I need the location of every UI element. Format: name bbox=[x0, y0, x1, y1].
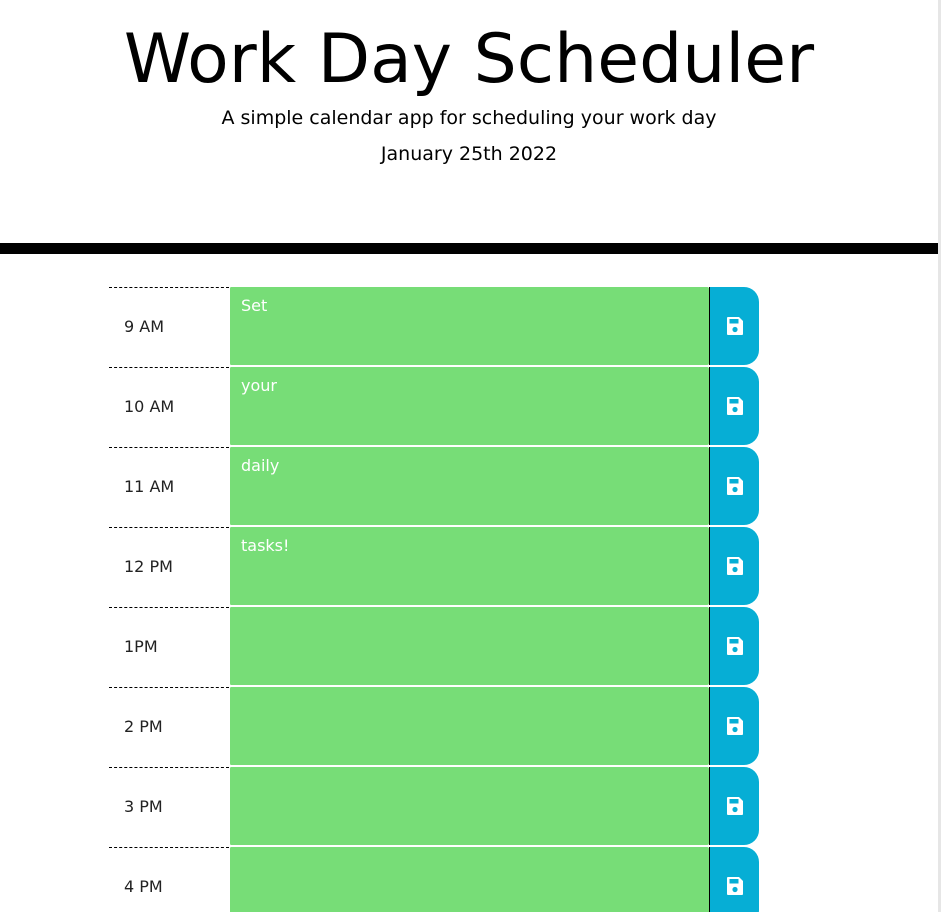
save-button[interactable] bbox=[709, 847, 759, 912]
floppy-disk-icon bbox=[726, 797, 743, 815]
hour-label: 2 PM bbox=[124, 717, 163, 736]
header-divider bbox=[0, 243, 938, 254]
task-input[interactable]: daily bbox=[229, 447, 709, 525]
page: Work Day Scheduler A simple calendar app… bbox=[0, 0, 941, 912]
hour-label: 12 PM bbox=[124, 557, 173, 576]
current-day: January 25th 2022 bbox=[380, 143, 558, 165]
time-block-list: 9 AM Set 10 AM your 11 AM daily 12 PM ta… bbox=[109, 287, 760, 912]
save-button[interactable] bbox=[709, 767, 759, 845]
task-input[interactable] bbox=[229, 607, 709, 685]
save-button[interactable] bbox=[709, 527, 759, 605]
task-input[interactable]: your bbox=[229, 367, 709, 445]
time-block: 9 AM Set bbox=[109, 287, 760, 367]
floppy-disk-icon bbox=[726, 397, 743, 415]
hour-cell: 9 AM bbox=[109, 287, 229, 366]
save-button[interactable] bbox=[709, 447, 759, 525]
time-block: 10 AM your bbox=[109, 367, 760, 447]
hour-label: 10 AM bbox=[124, 397, 175, 416]
floppy-disk-icon bbox=[726, 557, 743, 575]
hour-cell: 2 PM bbox=[109, 687, 229, 766]
save-button[interactable] bbox=[709, 607, 759, 685]
hour-label: 4 PM bbox=[124, 877, 163, 896]
save-button[interactable] bbox=[709, 687, 759, 765]
hour-cell: 11 AM bbox=[109, 447, 229, 526]
time-block: 4 PM bbox=[109, 847, 760, 912]
save-button[interactable] bbox=[709, 367, 759, 445]
task-input[interactable]: tasks! bbox=[229, 527, 709, 605]
header: Work Day Scheduler A simple calendar app… bbox=[0, 0, 938, 243]
floppy-disk-icon bbox=[726, 877, 743, 895]
floppy-disk-icon bbox=[726, 317, 743, 335]
time-block: 11 AM daily bbox=[109, 447, 760, 527]
time-block: 1PM bbox=[109, 607, 760, 687]
time-block: 3 PM bbox=[109, 767, 760, 847]
time-block: 12 PM tasks! bbox=[109, 527, 760, 607]
hour-cell: 10 AM bbox=[109, 367, 229, 446]
hour-cell: 3 PM bbox=[109, 767, 229, 846]
hour-label: 11 AM bbox=[124, 477, 175, 496]
time-block: 2 PM bbox=[109, 687, 760, 767]
hour-cell: 12 PM bbox=[109, 527, 229, 606]
hour-label: 1PM bbox=[124, 637, 158, 656]
task-input[interactable] bbox=[229, 767, 709, 845]
hour-cell: 1PM bbox=[109, 607, 229, 686]
hour-label: 9 AM bbox=[124, 317, 165, 336]
floppy-disk-icon bbox=[726, 477, 743, 495]
save-button[interactable] bbox=[709, 287, 759, 365]
floppy-disk-icon bbox=[726, 637, 743, 655]
hour-label: 3 PM bbox=[124, 797, 163, 816]
task-input[interactable] bbox=[229, 687, 709, 765]
floppy-disk-icon bbox=[726, 717, 743, 735]
hour-cell: 4 PM bbox=[109, 847, 229, 912]
page-subtitle: A simple calendar app for scheduling you… bbox=[221, 107, 717, 129]
page-title: Work Day Scheduler bbox=[123, 20, 815, 99]
task-input[interactable] bbox=[229, 847, 709, 912]
task-input[interactable]: Set bbox=[229, 287, 709, 365]
